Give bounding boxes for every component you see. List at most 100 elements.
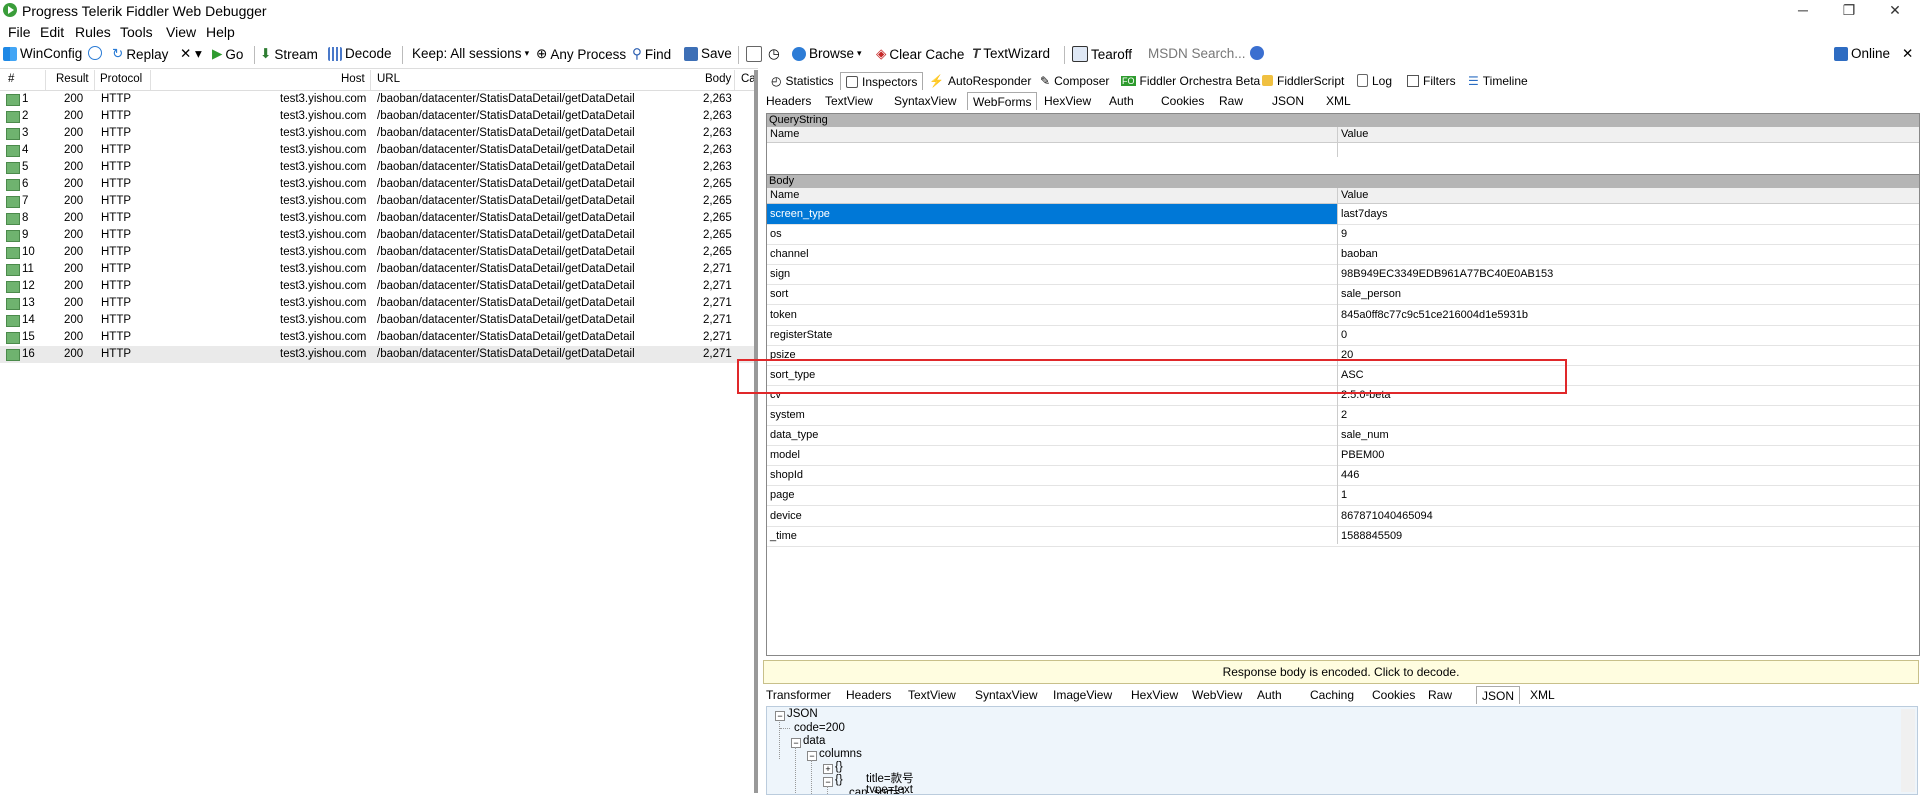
go-button[interactable]: ▶ Go: [212, 46, 243, 62]
replay-button[interactable]: ↻ Replay: [112, 46, 168, 62]
tab-filters[interactable]: Filters: [1402, 72, 1461, 89]
resp-tab-caching[interactable]: Caching: [1305, 686, 1359, 703]
menu-rules[interactable]: Rules: [75, 24, 111, 40]
decode-notice[interactable]: Response body is encoded. Click to decod…: [763, 660, 1919, 684]
col-caching[interactable]: Ca: [741, 73, 754, 85]
req-tab-syntaxview[interactable]: SyntaxView: [889, 92, 961, 109]
help-icon[interactable]: [1250, 46, 1264, 60]
table-row[interactable]: 6 200 HTTP test3.yishou.com/baoban/datacent…: [0, 176, 754, 193]
col-number[interactable]: #: [8, 73, 14, 85]
body-field-row[interactable]: shopId 446: [767, 465, 1919, 487]
screenshot-button[interactable]: [746, 46, 762, 62]
table-row[interactable]: 11 200 HTTP test3.yishou.com/baoban/datacen…: [0, 261, 754, 278]
table-row[interactable]: 3 200 HTTP test3.yishou.com/baoban/datacent…: [0, 125, 754, 142]
body-field-row[interactable]: data_type sale_num: [767, 425, 1919, 447]
tab-fiddlerscript[interactable]: FiddlerScript: [1257, 72, 1349, 89]
online-status[interactable]: Online: [1834, 46, 1890, 61]
msdn-search-input[interactable]: MSDN Search...: [1148, 46, 1246, 61]
req-tab-headers[interactable]: Headers: [761, 92, 816, 109]
restore-button[interactable]: ❐: [1826, 0, 1872, 22]
table-row[interactable]: 9 200 HTTP test3.yishou.com/baoban/datacent…: [0, 227, 754, 244]
table-row[interactable]: 7 200 HTTP test3.yishou.com/baoban/datacent…: [0, 193, 754, 210]
body-field-row[interactable]: _time 1588845509: [767, 526, 1919, 547]
req-tab-hexview[interactable]: HexView: [1039, 92, 1096, 109]
close-toolbar-button[interactable]: ✕: [1902, 46, 1913, 62]
vertical-scrollbar[interactable]: [1901, 709, 1915, 792]
resp-tab-auth[interactable]: Auth: [1252, 686, 1287, 703]
field-value[interactable]: sale_num: [1341, 429, 1389, 441]
table-row[interactable]: 8 200 HTTP test3.yishou.com/baoban/datacent…: [0, 210, 754, 227]
save-button[interactable]: Save: [684, 46, 732, 61]
field-value[interactable]: sale_person: [1341, 288, 1401, 300]
field-value[interactable]: 2: [1341, 409, 1347, 421]
col-result[interactable]: Result: [56, 73, 89, 85]
body-field-row[interactable]: device 867871040465094: [767, 506, 1919, 527]
col-body[interactable]: Body: [705, 73, 731, 85]
body-field-row[interactable]: os 9: [767, 224, 1919, 246]
tearoff-button[interactable]: Tearoff: [1072, 46, 1132, 62]
collapse-toggle[interactable]: −: [791, 738, 801, 748]
field-value[interactable]: last7days: [1341, 208, 1387, 220]
resp-tab-cookies[interactable]: Cookies: [1367, 686, 1420, 703]
json-object-node[interactable]: {}: [835, 774, 843, 786]
resp-tab-syntaxview[interactable]: SyntaxView: [970, 686, 1042, 703]
menu-tools[interactable]: Tools: [120, 24, 153, 40]
col-host[interactable]: Host: [341, 73, 365, 85]
table-row[interactable]: 4 200 HTTP test3.yishou.com/baoban/datacent…: [0, 142, 754, 159]
tab-timeline[interactable]: ☰ Timeline: [1463, 72, 1533, 89]
json-columns-node[interactable]: columns: [819, 748, 862, 760]
table-row[interactable]: 1 200 HTTP test3.yishou.com/baoban/datacent…: [0, 91, 754, 108]
field-value[interactable]: 867871040465094: [1341, 510, 1433, 522]
field-value[interactable]: 845a0ff8c77c9c51ce216004d1e5931b: [1341, 309, 1528, 321]
field-value[interactable]: 446: [1341, 469, 1359, 481]
keep-sessions-dropdown[interactable]: Keep: All sessions ▾: [412, 46, 529, 61]
req-tab-json[interactable]: JSON: [1267, 92, 1309, 109]
tab-fiddler-orchestra[interactable]: FO Fiddler Orchestra Beta: [1116, 72, 1265, 89]
timer-button[interactable]: ◷: [768, 46, 780, 62]
req-tab-raw[interactable]: Raw: [1214, 92, 1248, 109]
field-value[interactable]: 1588845509: [1341, 530, 1402, 542]
col-url[interactable]: URL: [377, 73, 400, 85]
menu-file[interactable]: File: [8, 24, 31, 40]
collapse-toggle[interactable]: −: [775, 711, 785, 721]
body-field-row[interactable]: model PBEM00: [767, 445, 1919, 467]
clear-cache-button[interactable]: ◈ Clear Cache: [876, 46, 964, 62]
req-tab-webforms[interactable]: WebForms: [967, 92, 1038, 110]
textwizard-button[interactable]: T TextWizard: [972, 46, 1050, 61]
tab-autoresponder[interactable]: ⚡ AutoResponder: [924, 72, 1036, 89]
field-value[interactable]: 98B949EC3349EDB961A77BC40E0AB153: [1341, 268, 1553, 280]
expand-toggle[interactable]: +: [823, 764, 833, 774]
resp-tab-headers[interactable]: Headers: [841, 686, 896, 703]
menu-help[interactable]: Help: [206, 24, 235, 40]
body-field-row[interactable]: page 1: [767, 485, 1919, 507]
field-value[interactable]: 0: [1341, 329, 1347, 341]
field-value[interactable]: 9: [1341, 228, 1347, 240]
find-button[interactable]: ⚲ Find: [632, 46, 671, 62]
collapse-toggle[interactable]: −: [823, 777, 833, 787]
tab-composer[interactable]: ✎ Composer: [1035, 72, 1114, 89]
table-row[interactable]: 15 200 HTTP test3.yishou.com/baoban/datacen…: [0, 329, 754, 346]
menu-edit[interactable]: Edit: [40, 24, 64, 40]
tab-statistics[interactable]: ◴ Statistics: [766, 72, 839, 89]
json-code-node[interactable]: code=200: [794, 722, 845, 734]
field-value[interactable]: baoban: [1341, 248, 1378, 260]
table-row[interactable]: 12 200 HTTP test3.yishou.com/baoban/datacen…: [0, 278, 754, 295]
field-value[interactable]: 1: [1341, 489, 1347, 501]
body-field-row[interactable]: channel baoban: [767, 244, 1919, 266]
resp-tab-raw[interactable]: Raw: [1423, 686, 1457, 703]
resp-tab-textview[interactable]: TextView: [903, 686, 961, 703]
body-field-row[interactable]: system 2: [767, 405, 1919, 426]
json-root-node[interactable]: JSON: [787, 708, 818, 720]
tab-inspectors[interactable]: Inspectors: [840, 72, 924, 90]
tab-log[interactable]: Log: [1352, 72, 1397, 89]
body-field-row[interactable]: screen_type last7days: [767, 204, 1919, 225]
any-process-button[interactable]: ⊕ Any Process: [536, 46, 626, 62]
resp-tab-xml[interactable]: XML: [1525, 686, 1560, 703]
minimize-button[interactable]: ─: [1780, 0, 1826, 22]
remove-sessions-button[interactable]: ✕ ▾: [180, 46, 202, 62]
json-object-node[interactable]: {}: [835, 761, 843, 773]
table-row[interactable]: 13 200 HTTP test3.yishou.com/baoban/datacen…: [0, 295, 754, 312]
table-row[interactable]: 10 200 HTTP test3.yishou.com/baoban/datacen…: [0, 244, 754, 261]
table-row[interactable]: 5 200 HTTP test3.yishou.com/baoban/datacent…: [0, 159, 754, 176]
col-protocol[interactable]: Protocol: [100, 73, 142, 85]
